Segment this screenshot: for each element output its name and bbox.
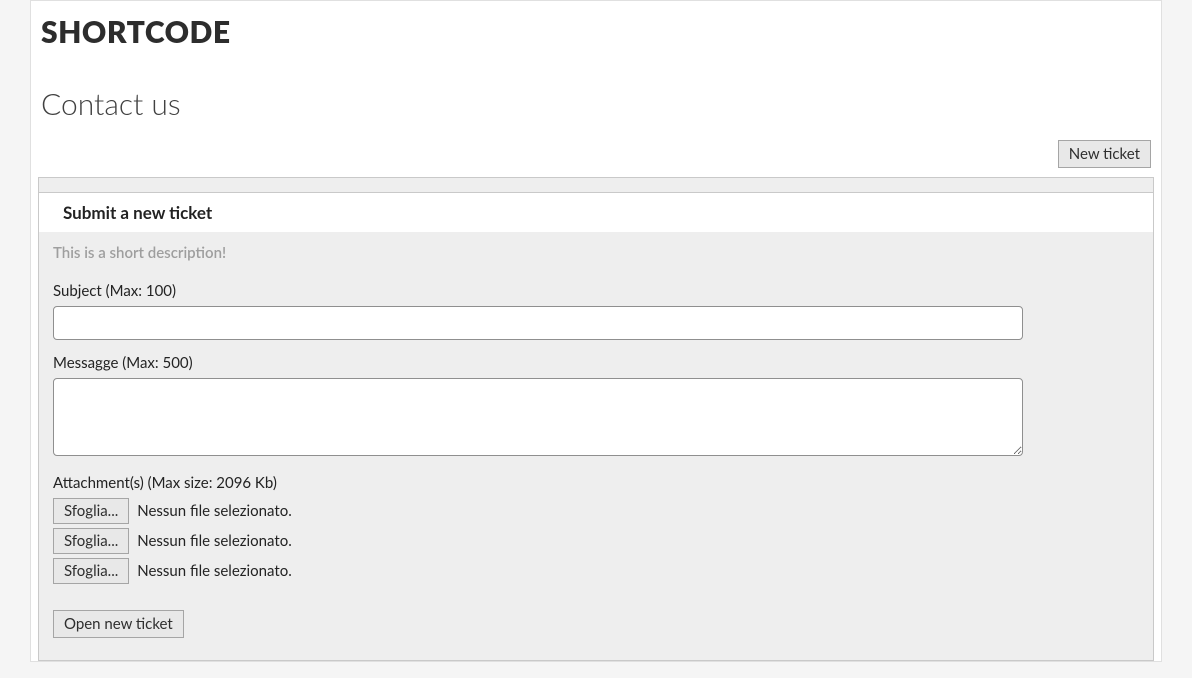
form-short-description: This is a short description! (53, 244, 1139, 262)
ticket-form-box: Submit a new ticket This is a short desc… (38, 177, 1154, 661)
message-label: Messagge (Max: 500) (53, 354, 1139, 372)
file-browse-button-1[interactable]: Sfoglia... (53, 498, 129, 524)
shortcode-heading: SHORTCODE (31, 9, 1161, 50)
subject-input[interactable] (53, 306, 1023, 340)
file-status-1: Nessun file selezionato. (137, 502, 291, 520)
file-status-3: Nessun file selezionato. (137, 562, 291, 580)
file-row-1: Sfoglia... Nessun file selezionato. (53, 498, 1139, 524)
message-textarea[interactable] (53, 378, 1023, 456)
attachments-label: Attachment(s) (Max size: 2096 Kb) (53, 474, 1139, 492)
main-panel: SHORTCODE Contact us New ticket Submit a… (30, 0, 1162, 662)
open-new-ticket-button[interactable]: Open new ticket (53, 610, 184, 638)
new-ticket-button[interactable]: New ticket (1058, 140, 1151, 168)
form-header: Submit a new ticket (39, 192, 1153, 232)
file-browse-button-3[interactable]: Sfoglia... (53, 558, 129, 584)
file-status-2: Nessun file selezionato. (137, 532, 291, 550)
contact-heading: Contact us (31, 86, 1161, 122)
file-row-3: Sfoglia... Nessun file selezionato. (53, 558, 1139, 584)
file-row-2: Sfoglia... Nessun file selezionato. (53, 528, 1139, 554)
subject-label: Subject (Max: 100) (53, 282, 1139, 300)
file-browse-button-2[interactable]: Sfoglia... (53, 528, 129, 554)
